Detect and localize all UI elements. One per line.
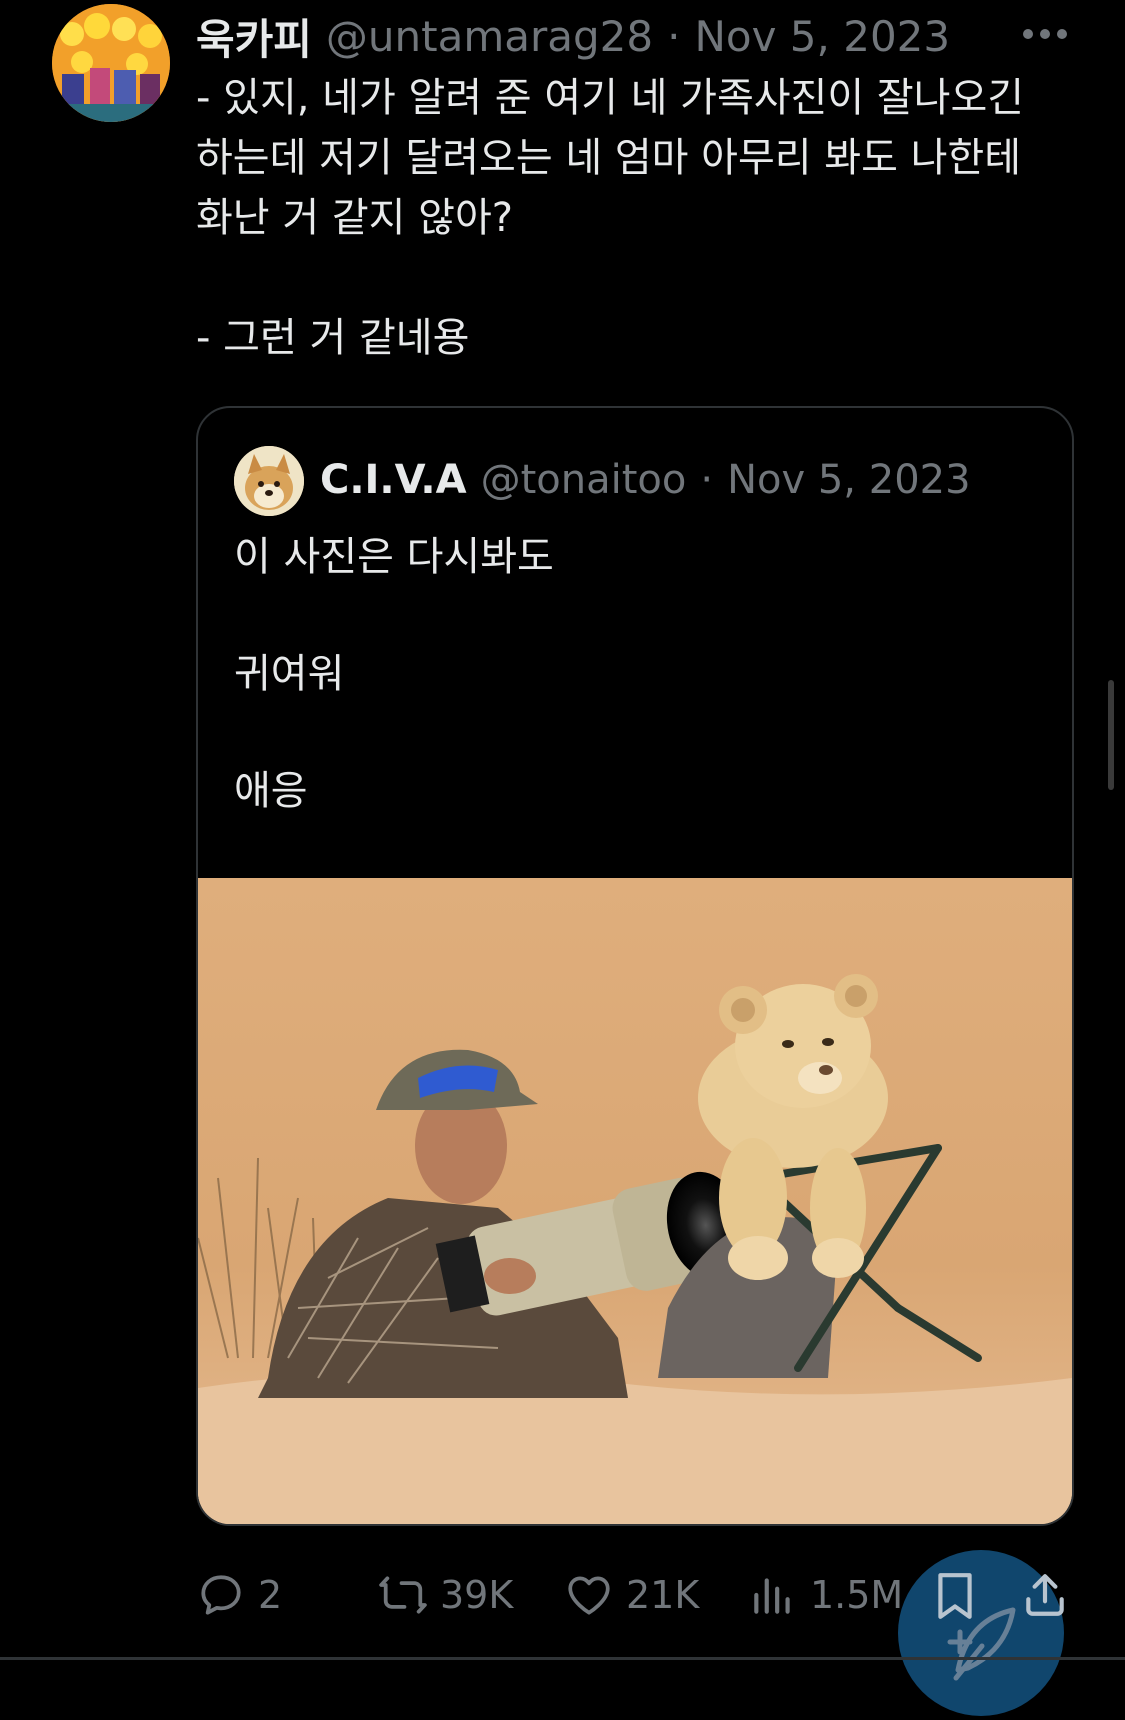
more-horizontal-icon[interactable] <box>1022 22 1068 46</box>
photographer-lion-cub-image <box>198 878 1072 1524</box>
retweet-count: 39K <box>440 1573 514 1617</box>
tweet-line: 화난 거 같지 않아? <box>196 195 513 241</box>
quoted-author-handle[interactable]: @tonaitoo <box>481 457 687 503</box>
tweet-line: 하는데 저기 달려오는 네 엄마 아무리 봐도 나한테 <box>196 135 1022 181</box>
reply-icon <box>201 1575 241 1615</box>
tweet-line: - 있지, 네가 알려 준 여기 네 가족사진이 잘나오긴 <box>196 75 1025 121</box>
quoted-tweet-photo[interactable] <box>198 878 1072 1524</box>
quoted-tweet-card[interactable]: C.I.V.A @tonaitoo · Nov 5, 2023 이 사진은 다시… <box>196 406 1074 1526</box>
views-icon <box>754 1578 790 1614</box>
author-name[interactable]: 욱카피 <box>196 6 312 67</box>
retweet-button[interactable]: 39K <box>378 1565 513 1625</box>
crowd-avatar-icon <box>52 4 170 122</box>
author-avatar[interactable] <box>52 4 170 122</box>
like-count: 21K <box>626 1573 700 1617</box>
quoted-tweet-date[interactable]: Nov 5, 2023 <box>727 457 970 503</box>
separator-dot: · <box>700 457 714 503</box>
quoted-tweet-line: 귀여워 <box>234 651 345 697</box>
view-count: 1.5M <box>810 1573 904 1617</box>
share-icon[interactable] <box>1020 1570 1070 1620</box>
quoted-tweet-header: C.I.V.A @tonaitoo · Nov 5, 2023 <box>320 450 971 510</box>
reply-count: 2 <box>258 1573 283 1617</box>
like-button[interactable]: 21K <box>564 1565 699 1625</box>
quoted-author-avatar[interactable] <box>234 446 304 516</box>
bookmark-icon[interactable] <box>930 1568 980 1624</box>
tweet-header: 욱카피 @untamarag28 · Nov 5, 2023 <box>196 8 950 64</box>
scrollbar[interactable] <box>1108 680 1114 790</box>
tweet-text: - 있지, 네가 알려 준 여기 네 가족사진이 잘나오긴 하는데 저기 달려오… <box>196 68 1076 368</box>
reply-button[interactable]: 2 <box>196 1565 282 1625</box>
views-button[interactable]: 1.5M <box>748 1565 903 1625</box>
heart-icon <box>568 1576 610 1615</box>
quoted-tweet-text: 이 사진은 다시봐도 귀여워 애응 <box>234 528 554 820</box>
divider <box>0 1657 1125 1660</box>
quoted-author-name[interactable]: C.I.V.A <box>320 457 467 503</box>
author-handle[interactable]: @untamarag28 <box>326 12 653 61</box>
separator-dot: · <box>667 11 681 61</box>
doge-avatar-icon <box>234 446 304 516</box>
quoted-tweet-line: 이 사진은 다시봐도 <box>234 534 554 580</box>
tweet-line: - 그런 거 같네용 <box>196 315 470 361</box>
tweet-date[interactable]: Nov 5, 2023 <box>694 12 950 61</box>
retweet-icon <box>379 1576 427 1614</box>
quoted-tweet-line: 애응 <box>234 768 308 814</box>
